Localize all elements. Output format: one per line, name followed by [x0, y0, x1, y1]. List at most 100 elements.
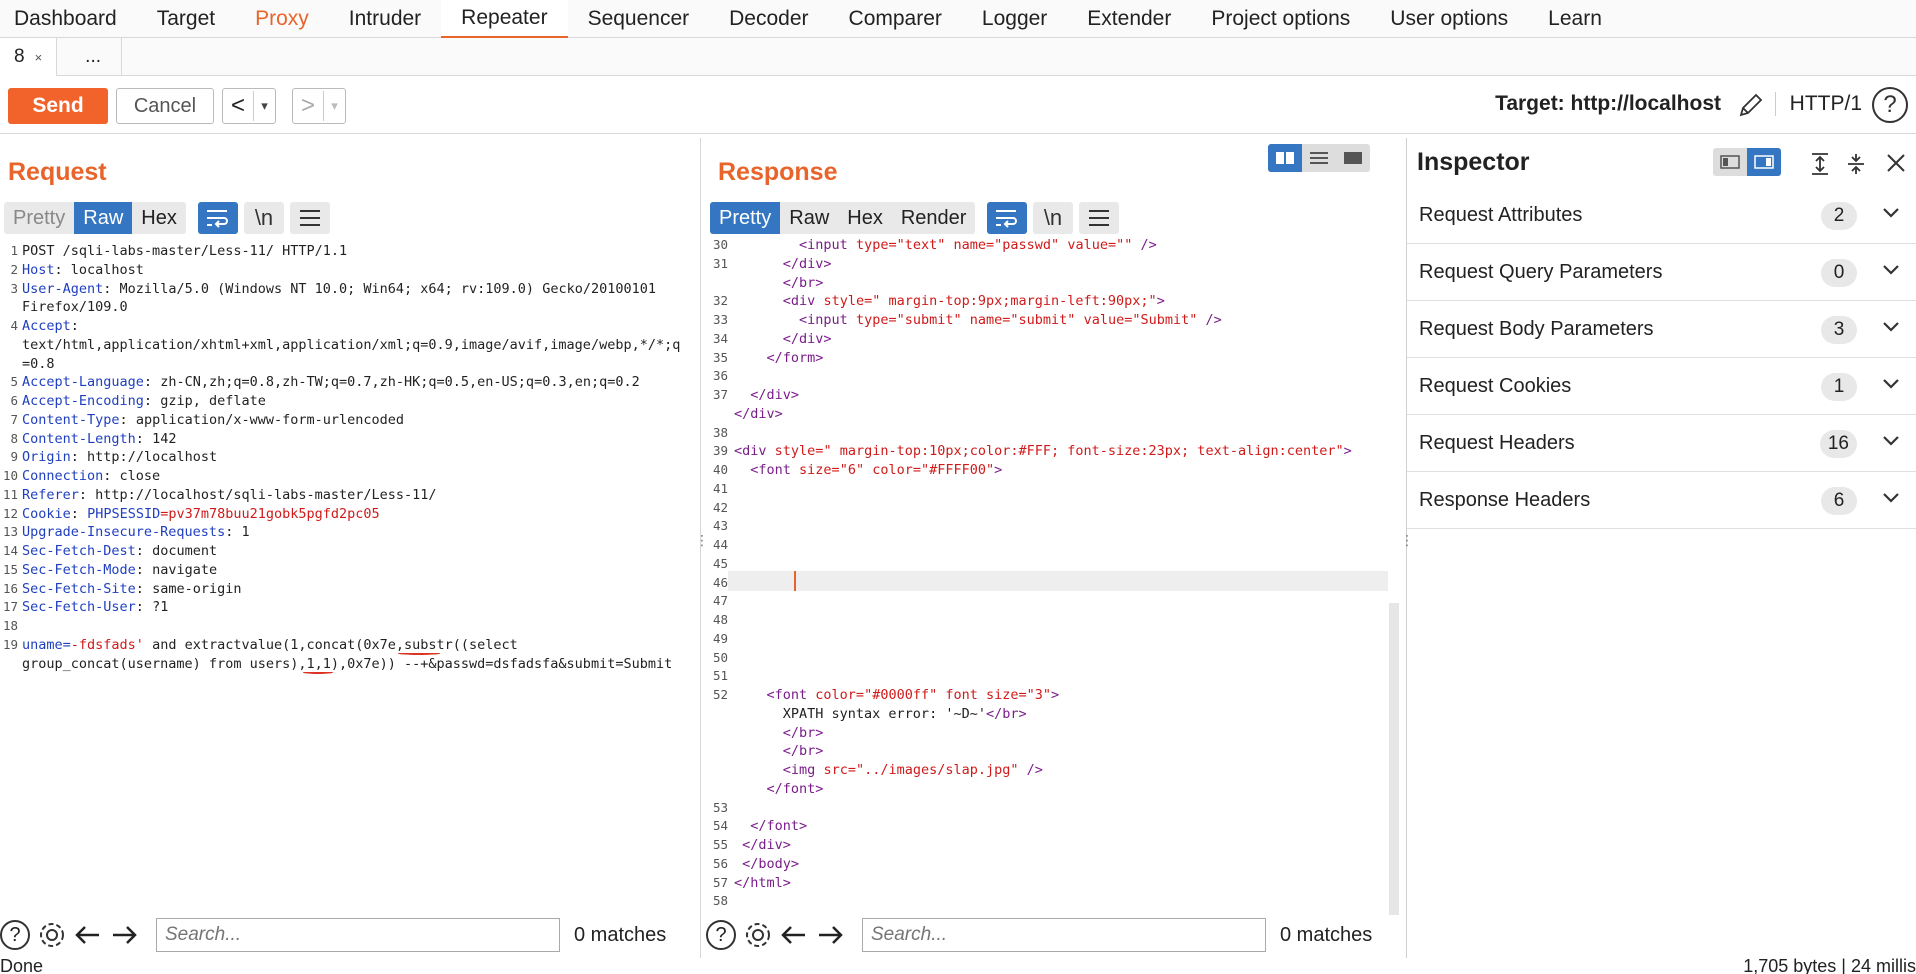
next-match-icon[interactable] [108, 919, 140, 951]
line-number: 37 [712, 387, 728, 402]
previous-match-icon[interactable] [72, 919, 104, 951]
nav-tab-target[interactable]: Target [137, 0, 235, 37]
split-horizontal-icon[interactable] [1268, 144, 1302, 172]
header-colon: : [135, 580, 144, 597]
repeater-tab-label: 8 [14, 46, 25, 67]
history-back-group[interactable]: < ▾ [222, 88, 276, 124]
split-vertical-icon[interactable] [1302, 144, 1336, 172]
nav-tab-user-options[interactable]: User options [1370, 0, 1528, 37]
nav-tab-logger[interactable]: Logger [962, 0, 1067, 37]
response-search-input[interactable] [862, 918, 1266, 952]
nav-tab-comparer[interactable]: Comparer [829, 0, 962, 37]
pane-divider[interactable] [700, 138, 701, 958]
nav-tab-learn[interactable]: Learn [1528, 0, 1622, 37]
line-number: 53 [712, 799, 728, 815]
chevron-down-icon[interactable] [1881, 491, 1901, 505]
line-number: 41 [712, 480, 728, 496]
history-forward-group[interactable]: > ▾ [292, 88, 346, 124]
inspector-row-request-cookies[interactable]: Request Cookies 1 [1407, 359, 1916, 415]
word-wrap-button[interactable] [987, 202, 1027, 234]
previous-match-icon[interactable] [778, 919, 810, 951]
tab-pretty[interactable]: Pretty [4, 202, 74, 234]
nav-tab-project-options[interactable]: Project options [1191, 0, 1370, 37]
drag-handle[interactable]: ⋮ [1400, 533, 1414, 547]
tab-raw[interactable]: Raw [780, 202, 838, 234]
layout-toggle[interactable] [1268, 144, 1370, 172]
response-line: </div> [782, 330, 832, 347]
nav-tab-extender[interactable]: Extender [1067, 0, 1191, 37]
send-button[interactable]: Send [8, 88, 108, 124]
param-rest: and extractvalue(1,concat(0x7e,substr((s… [143, 636, 518, 653]
response-scrollbar[interactable] [1389, 603, 1399, 915]
request-title: Request [8, 158, 107, 186]
inspector-right-icon[interactable] [1747, 148, 1781, 176]
menu-button[interactable] [290, 202, 330, 234]
new-tab-button[interactable]: ... [57, 38, 123, 76]
drag-handle[interactable]: ⋮ [695, 533, 709, 547]
edit-pencil-icon[interactable] [1736, 90, 1766, 120]
http-version[interactable]: HTTP/1 [1774, 92, 1862, 116]
tab-render[interactable]: Render [892, 202, 976, 234]
line-number: 54 [712, 818, 728, 834]
header-name: Accept [22, 318, 71, 334]
help-icon[interactable]: ? [1872, 87, 1908, 123]
show-newlines-button[interactable]: \n [244, 202, 284, 234]
close-icon[interactable]: × [35, 50, 43, 65]
inspector-row-label: Request Body Parameters [1419, 318, 1654, 340]
chevron-down-icon[interactable]: ▾ [253, 91, 275, 121]
response-line: </br> [782, 724, 824, 741]
nav-tab-proxy[interactable]: Proxy [235, 0, 329, 37]
repeater-tab-8[interactable]: 8 × [0, 38, 58, 76]
line-value: same-origin [143, 580, 242, 597]
inspector-row-request-query-parameters[interactable]: Request Query Parameters 0 [1407, 245, 1916, 301]
inspector-layout-toggle[interactable] [1713, 148, 1781, 176]
chevron-down-icon[interactable] [1881, 206, 1901, 220]
line-number: 57 [712, 874, 728, 890]
tab-pretty[interactable]: Pretty [710, 202, 781, 234]
response-line: </div> [750, 387, 800, 403]
inspector-row-request-attributes[interactable]: Request Attributes 2 [1407, 188, 1916, 244]
line-value: 142 [143, 430, 177, 447]
menu-button[interactable] [1079, 202, 1119, 234]
settings-gear-icon[interactable] [36, 919, 68, 951]
nav-tab-decoder[interactable]: Decoder [709, 0, 828, 37]
help-icon[interactable]: ? [0, 920, 30, 950]
nav-tab-repeater[interactable]: Repeater [441, 0, 568, 39]
chevron-down-icon[interactable] [1881, 434, 1901, 448]
header-name: Referer [22, 486, 79, 503]
single-pane-icon[interactable] [1336, 144, 1370, 172]
back-arrow-icon[interactable]: < [223, 92, 253, 120]
request-editor[interactable]: 1 POST /sqli-labs-master/Less-11/ HTTP/1.… [2, 242, 684, 917]
forward-arrow-icon[interactable]: > [293, 92, 323, 120]
chevron-down-icon[interactable] [1881, 263, 1901, 277]
show-newlines-button[interactable]: \n [1033, 202, 1073, 234]
tab-hex[interactable]: Hex [132, 202, 186, 234]
tab-hex[interactable]: Hex [838, 202, 892, 234]
request-search-input[interactable] [156, 918, 560, 952]
word-wrap-button[interactable] [198, 202, 238, 234]
tab-raw[interactable]: Raw [74, 202, 133, 234]
chevron-down-icon[interactable] [1881, 377, 1901, 391]
request-line: User-Agent: Mozilla/5.0 (Windows NT 10.0… [22, 280, 656, 299]
help-icon[interactable]: ? [706, 920, 736, 950]
inspector-row-label: Response Headers [1419, 489, 1591, 511]
close-icon[interactable] [1885, 152, 1907, 174]
request-line: Accept-Language: zh-CN,zh;q=0.8,zh-TW;q=… [22, 373, 640, 392]
line-value: Firefox/109.0 [22, 299, 128, 316]
inspector-row-request-body-parameters[interactable]: Request Body Parameters 3 [1407, 302, 1916, 358]
inspector-row-request-headers[interactable]: Request Headers 16 [1407, 416, 1916, 472]
nav-tab-intruder[interactable]: Intruder [329, 0, 441, 37]
inspector-left-icon[interactable] [1713, 148, 1747, 176]
expand-all-icon[interactable] [1809, 152, 1831, 176]
cancel-button[interactable]: Cancel [116, 88, 214, 124]
nav-tab-sequencer[interactable]: Sequencer [568, 0, 710, 37]
line-value: http://localhost/sqli-labs-master/Less-1… [87, 486, 437, 503]
line-number: 14 [2, 543, 18, 558]
chevron-down-icon[interactable]: ▾ [323, 91, 345, 121]
chevron-down-icon[interactable] [1881, 320, 1901, 334]
collapse-all-icon[interactable] [1845, 152, 1867, 176]
inspector-row-response-headers[interactable]: Response Headers 6 [1407, 473, 1916, 529]
nav-tab-dashboard[interactable]: Dashboard [0, 0, 137, 37]
settings-gear-icon[interactable] [742, 919, 774, 951]
next-match-icon[interactable] [814, 919, 846, 951]
